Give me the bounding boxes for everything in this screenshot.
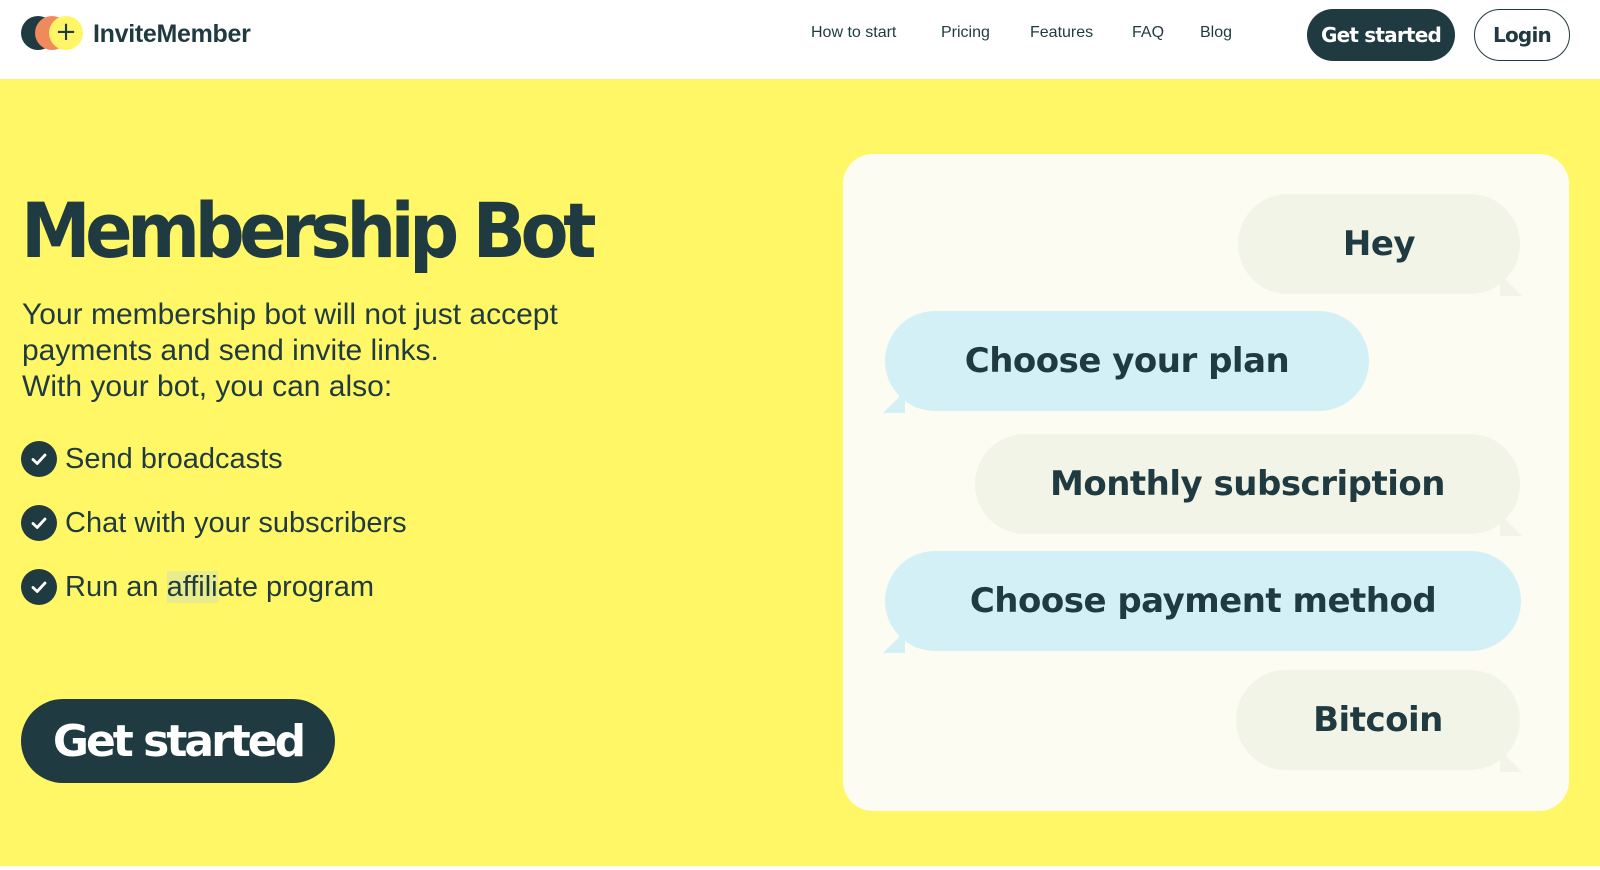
brand-name: InviteMember [93, 19, 251, 48]
nav-how-to-start[interactable]: How to start [811, 24, 896, 42]
check-icon [21, 441, 57, 477]
chat-message-text: Bitcoin [1313, 700, 1443, 740]
login-button[interactable]: Login [1474, 9, 1570, 61]
feature-item: Chat with your subscribers [21, 505, 407, 541]
chat-bubble-user: Hey [1238, 194, 1522, 296]
chat-bubble-user: Monthly subscription [975, 434, 1522, 536]
nav-blog[interactable]: Blog [1200, 24, 1232, 42]
bubble-tail-icon [1500, 514, 1522, 536]
hero-section: Membership Bot Your membership bot will … [0, 79, 1600, 870]
hero-get-started-button[interactable]: Get started [21, 699, 335, 783]
feature-label: Chat with your subscribers [65, 506, 407, 539]
feature-label-end: ate program [217, 570, 374, 603]
page-title: Membership Bot [21, 187, 597, 276]
brand-logo[interactable]: + InviteMember [21, 16, 251, 52]
page-bottom-edge [0, 866, 1600, 870]
check-icon [21, 569, 57, 605]
feature-label: Send broadcasts [65, 442, 283, 475]
intro-line: payments and send invite links. [22, 334, 439, 367]
bubble-tail-icon [883, 391, 905, 413]
chat-message-text: Hey [1342, 224, 1416, 264]
chat-bubble-user: Bitcoin [1236, 670, 1522, 772]
chat-preview-card: Hey Choose your plan Monthly subscriptio… [843, 154, 1569, 811]
chat-bubble-bot: Choose your plan [883, 311, 1369, 413]
bubble-tail-icon [1500, 750, 1522, 772]
logo-circles-icon: + [21, 16, 87, 52]
bubble-tail-icon [883, 631, 905, 653]
nav-pricing[interactable]: Pricing [941, 24, 990, 42]
chat-message-text: Choose your plan [964, 341, 1290, 381]
nav-features[interactable]: Features [1030, 24, 1093, 42]
site-header: + InviteMember How to start Pricing Feat… [0, 0, 1600, 79]
highlighted-text: affili [166, 570, 218, 603]
feature-item: Run an affiliate program [21, 569, 407, 605]
feature-label: Run an affiliate program [65, 570, 374, 604]
intro-line: Your membership bot will not just accept [22, 298, 558, 331]
chat-bubble-bot: Choose payment method [883, 551, 1521, 653]
check-icon [21, 505, 57, 541]
header-get-started-button[interactable]: Get started [1307, 9, 1455, 61]
feature-label-start: Run an [65, 570, 167, 603]
chat-message-text: Monthly subscription [1050, 464, 1445, 504]
bubble-tail-icon [1500, 274, 1522, 296]
feature-list: Send broadcasts Chat with your subscribe… [21, 441, 407, 633]
feature-item: Send broadcasts [21, 441, 407, 477]
plus-icon: + [55, 17, 77, 47]
nav-faq[interactable]: FAQ [1132, 24, 1164, 42]
chat-message-text: Choose payment method [969, 581, 1437, 621]
hero-intro: Your membership bot will not just accept… [22, 297, 558, 405]
intro-line: With your bot, you can also: [22, 370, 393, 403]
